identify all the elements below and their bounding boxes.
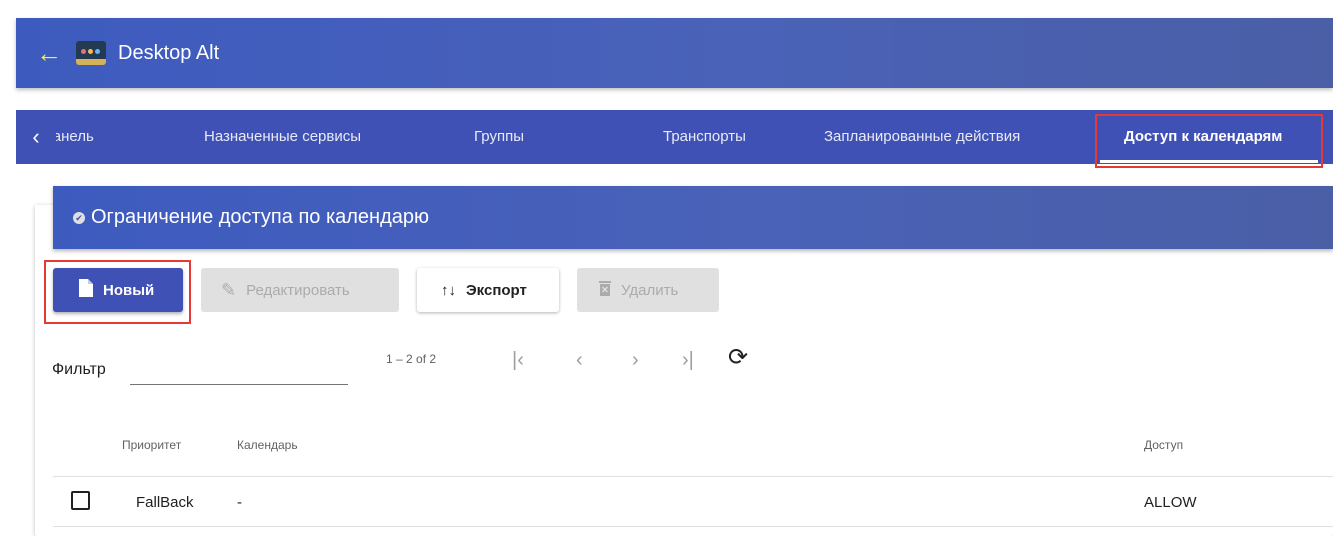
tab-highlight-frame [1095,114,1323,168]
arrow-left-icon[interactable]: ← [36,40,62,66]
new-button-label: Новый [103,281,155,299]
row-checkbox[interactable] [71,491,90,510]
pagination-range: 1 – 2 of 2 [386,352,437,366]
card-header: ✔ Ограничение доступа по календарю [53,186,1333,249]
desktop-alt-icon [76,41,106,65]
filter-label: Фильтр [52,361,106,378]
column-header-priority[interactable]: Приоритет [122,438,181,452]
export-button[interactable]: ↑↓ Экспорт [417,268,559,312]
trash-icon [599,280,611,301]
edit-button[interactable]: ✎ Редактировать [201,268,399,312]
first-page-icon[interactable]: |‹ [512,347,524,373]
tab-panel[interactable]: Панель [56,110,151,164]
row-divider [53,526,1333,527]
cell-priority: FallBack [136,494,194,511]
tab-scheduled-actions[interactable]: Запланированные действия [824,110,1020,164]
delete-button-label: Удалить [621,281,679,299]
tab-assigned-services[interactable]: Назначенные сервисы [204,110,361,164]
column-header-calendar[interactable]: Календарь [237,438,298,452]
last-page-icon[interactable]: ›| [682,347,694,373]
card-title: Ограничение доступа по календарю [91,206,430,228]
cell-calendar: - [237,494,242,511]
new-button[interactable]: Новый [53,268,183,312]
import-export-icon: ↑↓ [441,281,456,299]
export-button-label: Экспорт [466,281,527,299]
cell-access: ALLOW [1144,494,1197,511]
tab-groups[interactable]: Группы [474,110,524,164]
app-bar: ← Desktop Alt [16,18,1333,88]
delete-button[interactable]: Удалить [577,268,719,312]
file-icon [79,278,93,302]
prev-page-icon[interactable]: ‹ [576,347,583,373]
edit-button-label: Редактировать [246,281,350,299]
column-header-access[interactable]: Доступ [1144,438,1183,452]
next-page-icon[interactable]: › [632,347,639,373]
header-divider [53,476,1333,477]
app-title: Desktop Alt [118,41,220,64]
check-circle-icon: ✔ [73,211,85,224]
chevron-left-icon[interactable]: ‹ [16,124,56,150]
tab-transports[interactable]: Транспорты [663,110,746,164]
filter-input[interactable] [130,358,348,385]
pencil-icon: ✎ [221,279,237,300]
refresh-icon[interactable]: ⟳ [728,343,748,373]
